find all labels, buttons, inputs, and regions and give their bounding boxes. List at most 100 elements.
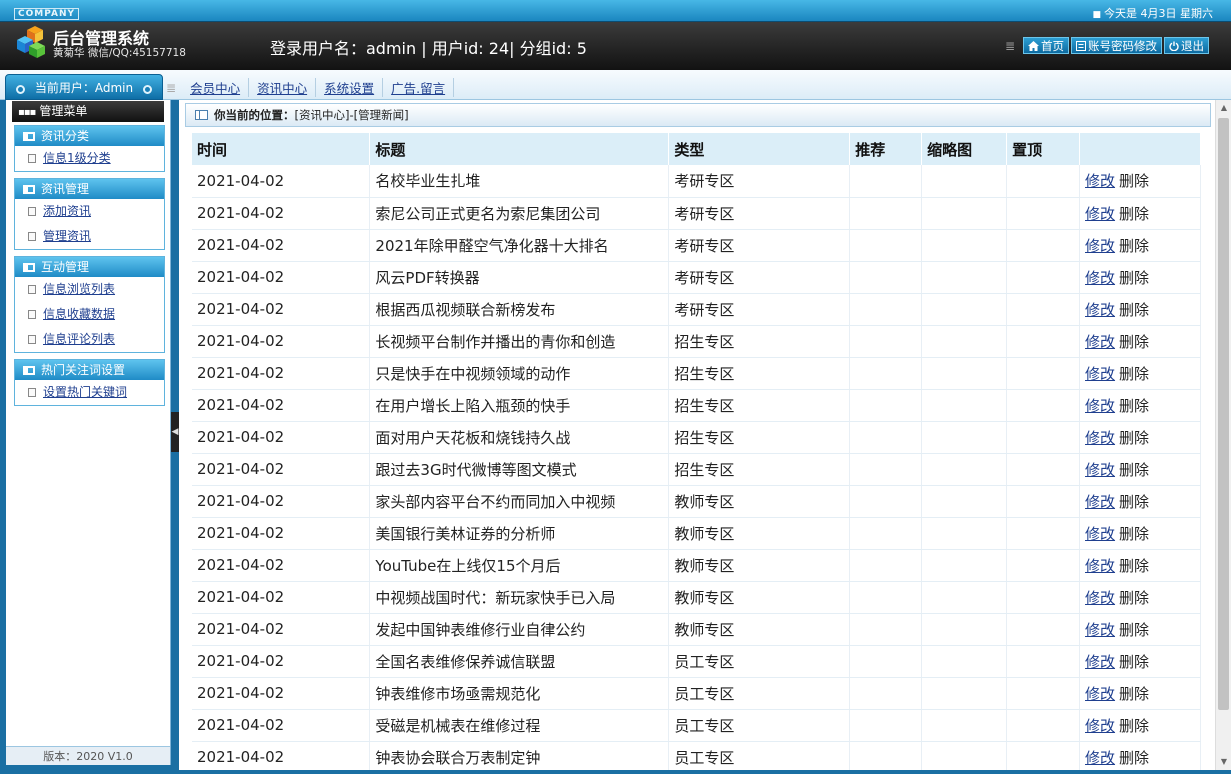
delete-link[interactable]: 删除 <box>1119 685 1149 703</box>
edit-link[interactable]: 修改 <box>1085 621 1115 639</box>
grid-icon: ▪▪▪ <box>18 107 36 118</box>
home-button[interactable]: 首页 <box>1023 37 1069 54</box>
list-icon <box>1076 40 1086 51</box>
cell-actions: 修改 删除 <box>1079 741 1201 774</box>
delete-link[interactable]: 删除 <box>1119 557 1149 575</box>
scroll-thumb[interactable] <box>1218 118 1229 710</box>
sidebar-link-hot-keywords[interactable]: 设置热门关键词 <box>43 385 127 399</box>
grip-icon: ≣ <box>1004 38 1015 53</box>
sidebar-link-comments[interactable]: 信息评论列表 <box>43 332 115 346</box>
delete-link[interactable]: 删除 <box>1119 621 1149 639</box>
delete-link[interactable]: 删除 <box>1119 237 1149 255</box>
edit-link[interactable]: 修改 <box>1085 365 1115 383</box>
nav-news-center[interactable]: 资讯中心 <box>249 78 317 97</box>
cell-top <box>1006 453 1081 486</box>
edit-link[interactable]: 修改 <box>1085 685 1115 703</box>
edit-link[interactable]: 修改 <box>1085 717 1115 735</box>
edit-link[interactable]: 修改 <box>1085 301 1115 319</box>
delete-link[interactable]: 删除 <box>1119 525 1149 543</box>
group-header-news-manage[interactable]: 资讯管理 <box>15 179 164 199</box>
edit-link[interactable]: 修改 <box>1085 429 1115 447</box>
ring-left-icon <box>16 85 25 94</box>
delete-link[interactable]: 删除 <box>1119 653 1149 671</box>
cell-top <box>1006 197 1081 230</box>
cell-thumbnail <box>921 645 1008 678</box>
nav-ads-messages[interactable]: 广告.留言 <box>383 78 455 97</box>
group-header-interaction[interactable]: 互动管理 <box>15 257 164 277</box>
folder-icon <box>23 132 35 141</box>
delete-link[interactable]: 删除 <box>1119 269 1149 287</box>
cell-recommend <box>849 613 923 646</box>
edit-link[interactable]: 修改 <box>1085 589 1115 607</box>
delete-link[interactable]: 删除 <box>1119 589 1149 607</box>
delete-link[interactable]: 删除 <box>1119 301 1149 319</box>
cell-thumbnail <box>921 485 1008 518</box>
cell-time: 2021-04-02 <box>192 197 371 230</box>
delete-link[interactable]: 删除 <box>1119 717 1149 735</box>
nav-system-settings[interactable]: 系统设置 <box>316 78 384 97</box>
edit-link[interactable]: 修改 <box>1085 269 1115 287</box>
group-news-category: 资讯分类 信息1级分类 <box>14 125 165 172</box>
sidebar-link-category-level1[interactable]: 信息1级分类 <box>43 151 111 165</box>
edit-link[interactable]: 修改 <box>1085 493 1115 511</box>
cell-top <box>1006 677 1081 710</box>
delete-link[interactable]: 删除 <box>1119 397 1149 415</box>
delete-link[interactable]: 删除 <box>1119 461 1149 479</box>
vertical-scrollbar[interactable]: ▲ ▼ <box>1215 100 1231 770</box>
edit-link[interactable]: 修改 <box>1085 172 1115 190</box>
cell-thumbnail <box>921 453 1008 486</box>
edit-link[interactable]: 修改 <box>1085 525 1115 543</box>
delete-link[interactable]: 删除 <box>1119 365 1149 383</box>
edit-link[interactable]: 修改 <box>1085 461 1115 479</box>
delete-link[interactable]: 删除 <box>1119 172 1149 190</box>
cell-title: 美国银行美林证券的分析师 <box>369 517 670 550</box>
delete-link[interactable]: 删除 <box>1119 429 1149 447</box>
cell-recommend <box>849 677 923 710</box>
password-change-button[interactable]: 账号密码修改 <box>1071 37 1162 54</box>
nav-member-center[interactable]: 会员中心 <box>182 78 250 97</box>
table-row: 2021-04-02 受磁是机械表在维修过程 员工专区 修改 删除 <box>192 709 1201 742</box>
sidebar: ▪▪▪ 管理菜单 资讯分类 信息1级分类 资讯管理 添加资讯 管理资讯 互动管理 … <box>5 100 171 765</box>
sidebar-link-add-news[interactable]: 添加资讯 <box>43 204 91 218</box>
group-header-news-category[interactable]: 资讯分类 <box>15 126 164 146</box>
edit-link[interactable]: 修改 <box>1085 749 1115 767</box>
col-thumbnail: 缩略图 <box>921 133 1008 165</box>
cell-recommend <box>849 517 923 550</box>
cell-recommend <box>849 389 923 422</box>
cell-time: 2021-04-02 <box>192 645 371 678</box>
cell-thumbnail <box>921 165 1008 198</box>
cell-actions: 修改 删除 <box>1079 613 1201 646</box>
sidebar-item: 信息评论列表 <box>15 327 164 352</box>
sidebar-item: 信息1级分类 <box>15 146 164 171</box>
edit-link[interactable]: 修改 <box>1085 333 1115 351</box>
cell-title: 钟表协会联合万表制定钟 <box>369 741 670 774</box>
delete-link[interactable]: 删除 <box>1119 333 1149 351</box>
delete-link[interactable]: 删除 <box>1119 205 1149 223</box>
edit-link[interactable]: 修改 <box>1085 237 1115 255</box>
cell-recommend <box>849 261 923 294</box>
collapse-sidebar-toggle[interactable]: ◀ <box>171 412 179 452</box>
cell-actions: 修改 删除 <box>1079 485 1201 518</box>
scroll-down-icon[interactable]: ▼ <box>1219 757 1229 767</box>
cell-time: 2021-04-02 <box>192 709 371 742</box>
edit-link[interactable]: 修改 <box>1085 205 1115 223</box>
sidebar-link-favorites[interactable]: 信息收藏数据 <box>43 307 115 321</box>
cell-top <box>1006 165 1081 198</box>
table-row: 2021-04-02 钟表维修市场亟需规范化 员工专区 修改 删除 <box>192 677 1201 710</box>
cell-title: 根据西瓜视频联合新榜发布 <box>369 293 670 326</box>
cell-thumbnail <box>921 709 1008 742</box>
delete-link[interactable]: 删除 <box>1119 749 1149 767</box>
sidebar-link-manage-news[interactable]: 管理资讯 <box>43 229 91 243</box>
edit-link[interactable]: 修改 <box>1085 397 1115 415</box>
breadcrumb-label: 你当前的位置： <box>214 108 295 122</box>
sidebar-link-browse-list[interactable]: 信息浏览列表 <box>43 282 115 296</box>
sidebar-item: 信息收藏数据 <box>15 302 164 327</box>
cell-type: 教师专区 <box>668 517 851 550</box>
edit-link[interactable]: 修改 <box>1085 653 1115 671</box>
delete-link[interactable]: 删除 <box>1119 493 1149 511</box>
logout-button[interactable]: 退出 <box>1164 37 1209 54</box>
group-header-hot-keywords[interactable]: 热门关注词设置 <box>15 360 164 380</box>
scroll-up-icon[interactable]: ▲ <box>1219 103 1229 113</box>
cell-recommend <box>849 229 923 262</box>
edit-link[interactable]: 修改 <box>1085 557 1115 575</box>
